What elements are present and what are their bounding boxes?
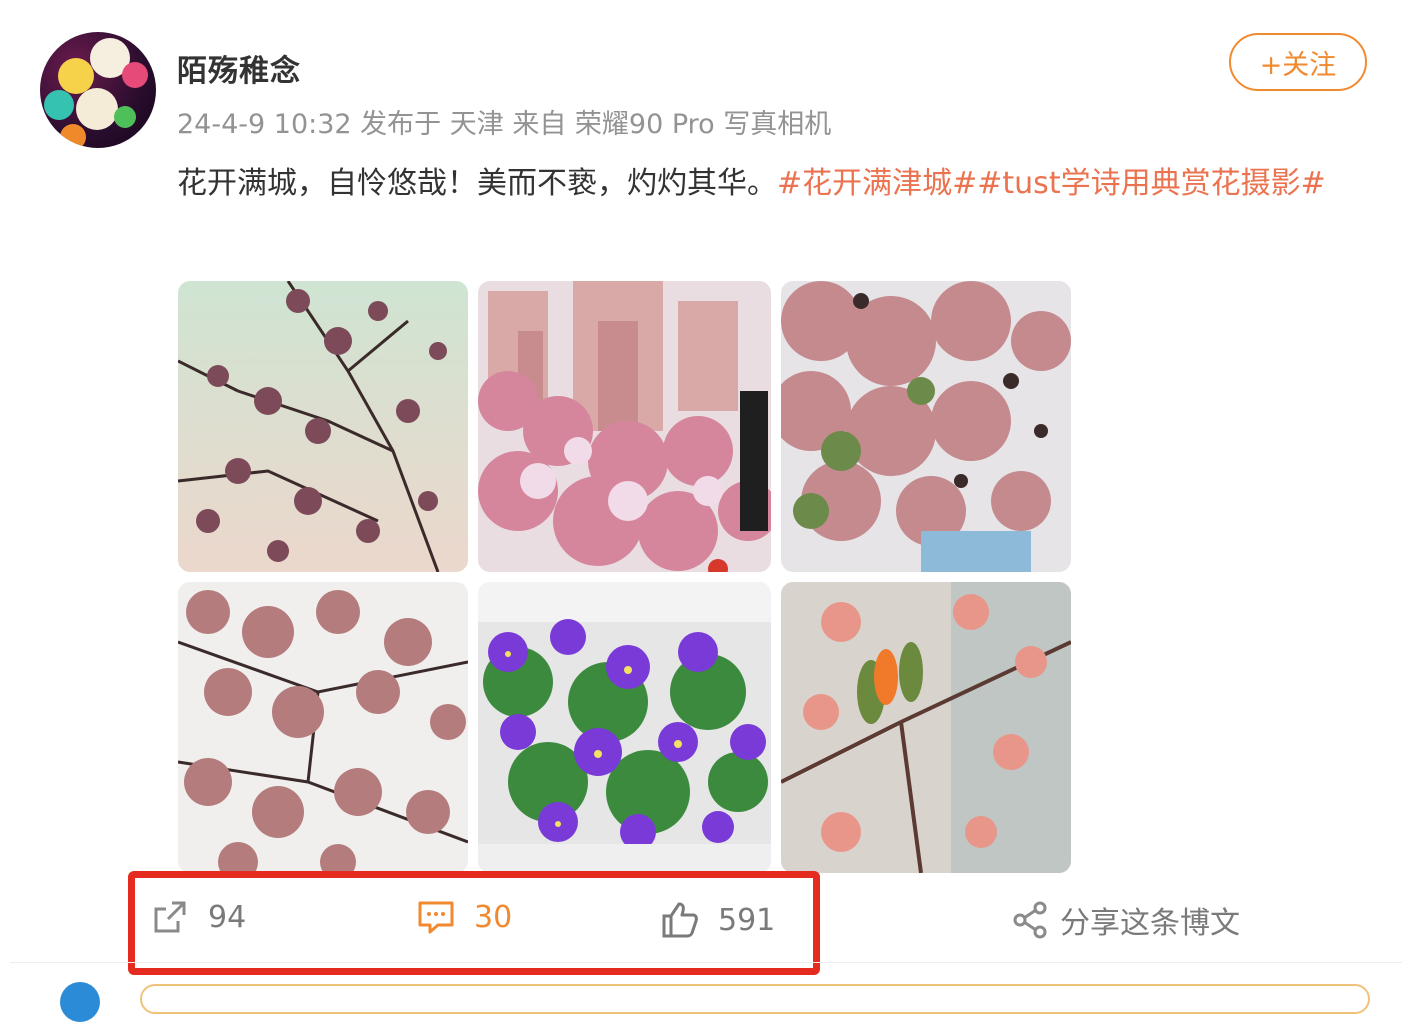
divider [10, 962, 1402, 963]
photo-1[interactable] [178, 281, 468, 572]
share-icon [1013, 901, 1047, 939]
comment-input[interactable] [140, 984, 1370, 1014]
photo-3[interactable] [781, 281, 1071, 572]
photo-5[interactable] [478, 582, 771, 873]
post-body: 花开满城，自怜悠哉！美而不亵，灼灼其华。 [177, 166, 777, 201]
highlight-box [128, 871, 820, 975]
avatar[interactable] [40, 32, 156, 148]
photo-2[interactable] [478, 281, 771, 572]
photo-4[interactable] [178, 582, 468, 873]
follow-button[interactable]: +关注 [1229, 33, 1367, 91]
share-button[interactable]: 分享这条博文 [1010, 898, 1240, 942]
author-name[interactable]: 陌殇稚念 [177, 46, 301, 90]
current-user-avatar [60, 982, 100, 1022]
share-label: 分享这条博文 [1060, 906, 1240, 941]
post-meta: 24-4-9 10:32 发布于 天津 来自 荣耀90 Pro 写真相机 [177, 109, 832, 140]
hashtag-link[interactable]: #花开满津城##tust学诗用典赏花摄影# [777, 166, 1326, 201]
photo-6[interactable] [781, 582, 1071, 873]
post-text: 花开满城，自怜悠哉！美而不亵，灼灼其华。#花开满津城##tust学诗用典赏花摄影… [177, 158, 1372, 210]
image-grid [178, 281, 1071, 873]
